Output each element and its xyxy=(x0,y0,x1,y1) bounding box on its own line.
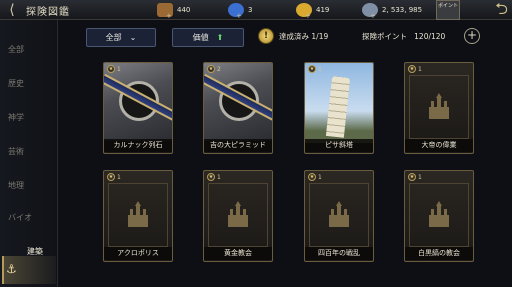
add-gold-icon[interactable]: + xyxy=(305,12,311,20)
category-sidebar: ⚓ 全部 歴史 神学 芸術 地理 バイオ 建築 xyxy=(0,20,58,287)
card-name: 白黒縞の教会 xyxy=(405,247,473,260)
sidebar-item-history[interactable]: 歴史 xyxy=(8,78,54,89)
card-name: 吉の大ピラミッド xyxy=(204,139,272,152)
compass-icon: ⚓ xyxy=(6,262,17,276)
star-badge: ★ 1 xyxy=(107,65,121,73)
page-title: 探険図鑑 xyxy=(26,7,70,18)
cathedral-icon xyxy=(228,201,248,227)
card-karnak[interactable]: ★ 1 カルナック列石 xyxy=(103,62,173,154)
card-name: アクロポリス xyxy=(104,247,172,260)
card-name: 大帝の偉業 xyxy=(405,139,473,152)
resource-gold: 419 xyxy=(296,2,329,18)
back-arrow-icon[interactable]: ⮌ xyxy=(468,1,508,19)
star-badge: ★ 1 xyxy=(408,65,422,73)
star-badge: ★ 2 xyxy=(207,65,221,73)
point-tab[interactable]: ポイント xyxy=(436,0,460,20)
add-crystal-icon[interactable]: + xyxy=(236,12,242,20)
sidebar-item-bio[interactable]: バイオ xyxy=(8,212,54,223)
add-wood-icon[interactable]: + xyxy=(166,12,172,20)
card-pyramid[interactable]: ★ 2 吉の大ピラミッド xyxy=(203,62,273,154)
cathedral-icon xyxy=(128,201,148,227)
arrow-up-icon: ⬆ xyxy=(216,33,224,42)
sidebar-item-all[interactable]: 全部 xyxy=(8,44,54,55)
explore-points: 探険ポイント 120/120 xyxy=(362,32,446,41)
sidebar-item-theology[interactable]: 神学 xyxy=(8,112,54,123)
cathedral-icon xyxy=(429,201,449,227)
add-points-button[interactable]: + xyxy=(464,28,480,44)
sidebar-item-architecture[interactable]: 建築 xyxy=(27,246,73,257)
card-name: カルナック列石 xyxy=(104,139,172,152)
card-name: 黄金教会 xyxy=(204,247,272,260)
card-locked[interactable]: ★ 1 四百年の戦乱 xyxy=(304,170,374,262)
card-locked[interactable]: ★ 1 大帝の偉業 xyxy=(404,62,474,154)
chevron-down-icon: ⌄ xyxy=(129,33,137,42)
star-badge: ★ 1 xyxy=(308,65,322,73)
achieved-count: 達成済み 1/19 xyxy=(279,32,329,41)
sort-value-button[interactable]: 価値 ⬆ xyxy=(172,28,244,47)
card-locked[interactable]: ★ 1 アクロポリス xyxy=(103,170,173,262)
star-badge: ★ 1 xyxy=(408,173,422,181)
star-badge: ★ 1 xyxy=(207,173,221,181)
star-badge: ★ 1 xyxy=(308,173,322,181)
achievement-icon: ! xyxy=(258,28,274,44)
top-bar: ⟨ 探険図鑑 440 + 3 + 419 + 2, 533, 985 + ポイン… xyxy=(0,0,512,20)
card-name: ピサ斜塔 xyxy=(305,139,373,152)
card-locked[interactable]: ★ 1 黄金教会 xyxy=(203,170,273,262)
resource-wood: 440 xyxy=(157,2,190,18)
star-badge: ★ 1 xyxy=(107,173,121,181)
menu-icon[interactable]: ⟨ xyxy=(2,1,22,19)
add-silver-icon[interactable]: + xyxy=(370,12,376,20)
category-dropdown[interactable]: 全部 ⌄ xyxy=(86,28,156,47)
cathedral-icon xyxy=(429,93,449,119)
sidebar-item-geography[interactable]: 地理 xyxy=(8,180,54,191)
sidebar-item-art[interactable]: 芸術 xyxy=(8,146,54,157)
card-pisa[interactable]: ★ 1 ピサ斜塔 xyxy=(304,62,374,154)
cathedral-icon xyxy=(329,201,349,227)
card-locked[interactable]: ★ 1 白黒縞の教会 xyxy=(404,170,474,262)
card-name: 四百年の戦乱 xyxy=(305,247,373,260)
